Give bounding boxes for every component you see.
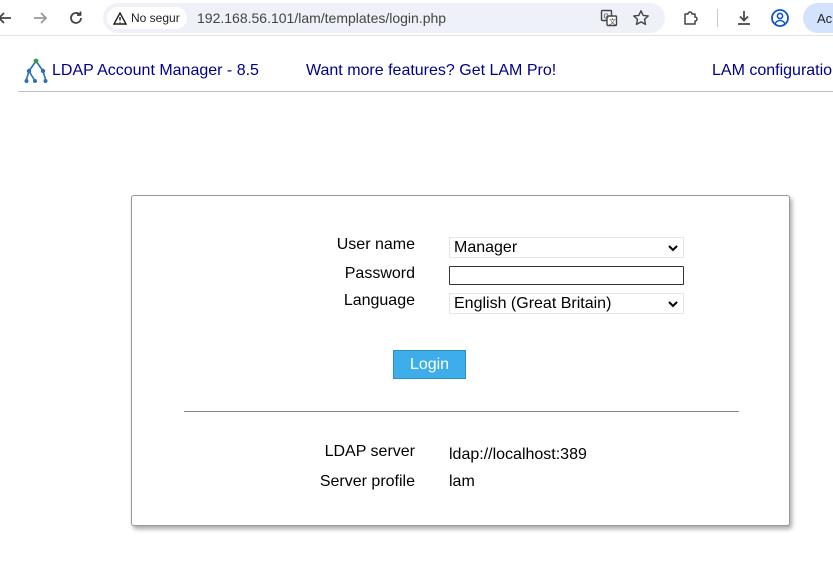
language-select-value: English (Great Britain): [454, 295, 612, 312]
translate-icon[interactable]: G文: [598, 7, 620, 29]
ldap-server-value: ldap://localhost:389: [449, 446, 587, 463]
svg-text:文: 文: [609, 17, 616, 26]
reload-icon[interactable]: [63, 5, 89, 31]
lam-configuration-link[interactable]: LAM configuratio: [712, 62, 832, 80]
password-label: Password: [344, 265, 415, 282]
lam-header: LDAP Account Manager - 8.5 Want more fea…: [18, 52, 833, 92]
toolbar-separator: [717, 9, 718, 27]
star-icon[interactable]: [630, 7, 652, 29]
username-select[interactable]: Manager: [449, 237, 684, 258]
divider: [184, 411, 739, 412]
browser-toolbar: No segur 192.168.56.101/lam/templates/lo…: [0, 0, 833, 36]
get-lam-pro-link[interactable]: Want more features? Get LAM Pro!: [306, 62, 556, 80]
login-button[interactable]: Login: [393, 350, 466, 379]
warning-icon: [113, 11, 127, 25]
brand-title[interactable]: LDAP Account Manager - 8.5: [52, 62, 259, 80]
server-profile-value: lam: [449, 473, 475, 490]
chevron-down-icon: [668, 245, 678, 252]
chevron-down-icon: [668, 301, 678, 308]
language-select[interactable]: English (Great Britain): [449, 293, 684, 314]
lam-logo-icon: [24, 58, 48, 83]
server-profile-label: Server profile: [319, 473, 415, 490]
security-chip[interactable]: No segur: [107, 7, 187, 29]
password-field[interactable]: [449, 266, 684, 285]
login-box: User name Manager Password Language Engl…: [131, 195, 790, 526]
brand[interactable]: LDAP Account Manager - 8.5: [24, 58, 259, 84]
ldap-server-label: LDAP server: [324, 443, 415, 460]
extensions-icon[interactable]: [678, 5, 704, 31]
username-select-value: Manager: [454, 239, 518, 256]
url-text[interactable]: 192.168.56.101/lam/templates/login.php: [197, 10, 446, 26]
address-bar[interactable]: No segur 192.168.56.101/lam/templates/lo…: [103, 3, 665, 33]
back-icon[interactable]: [0, 5, 18, 31]
account-icon[interactable]: [767, 5, 793, 31]
language-label: Language: [343, 292, 415, 309]
profile-button[interactable]: Ac: [803, 3, 833, 33]
security-chip-label: No segur: [131, 11, 180, 25]
username-label: User name: [336, 236, 415, 253]
forward-icon[interactable]: [27, 5, 53, 31]
download-icon[interactable]: [731, 5, 757, 31]
